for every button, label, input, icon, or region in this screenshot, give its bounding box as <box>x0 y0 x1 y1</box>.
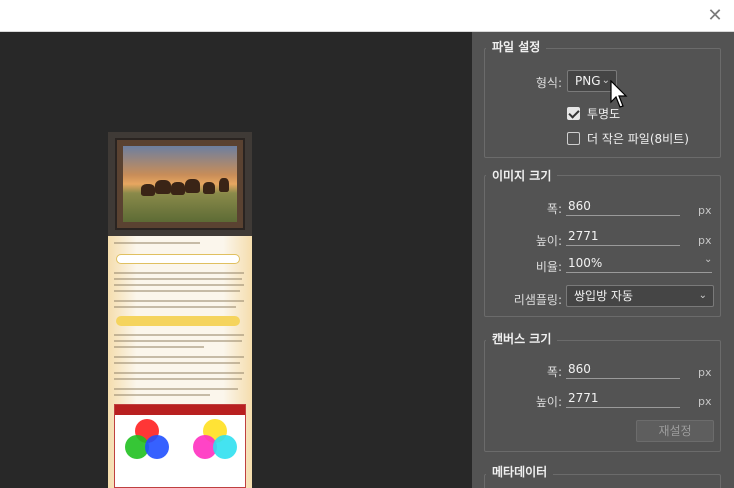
canvas-height-unit: px <box>698 395 712 408</box>
smaller-file-label[interactable]: 더 작은 파일(8비트) <box>587 130 689 147</box>
resample-select[interactable]: 쌍입방 자동 ⌄ <box>566 285 714 307</box>
document-text-area <box>108 236 252 488</box>
canvas-width-unit: px <box>698 366 712 379</box>
reset-button[interactable]: 재설정 <box>636 420 714 442</box>
image-size-title: 이미지 크기 <box>486 167 558 184</box>
document-preview <box>108 132 252 488</box>
image-height-field[interactable]: 2771 <box>566 228 680 246</box>
horses-painting <box>123 146 237 222</box>
preview-area[interactable] <box>0 32 472 488</box>
painting-frame <box>108 132 252 236</box>
dialog-titlebar: ✕ <box>0 0 734 32</box>
scale-chevron-down-icon[interactable]: ⌄ <box>704 254 712 265</box>
chevron-down-icon: ⌄ <box>601 75 610 86</box>
metadata-title: 메타데이터 <box>486 463 554 480</box>
format-label: 형식: <box>535 76 562 90</box>
scale-value: 100% <box>568 256 603 270</box>
mouse-cursor-icon <box>610 80 628 108</box>
scale-label: 비율: <box>535 260 562 274</box>
file-settings-title: 파일 설정 <box>486 38 547 55</box>
transparency-checkbox[interactable] <box>567 107 580 120</box>
image-width-field[interactable]: 860 <box>566 198 680 216</box>
image-height-unit: px <box>698 234 712 247</box>
smaller-file-checkbox[interactable] <box>567 132 580 145</box>
rgb-cmyk-diagram <box>114 404 246 488</box>
canvas-width-field[interactable]: 860 <box>566 361 680 379</box>
image-width-label: 폭: <box>546 202 562 216</box>
canvas-height-label: 높이: <box>535 395 562 409</box>
resample-label: 리샘플링: <box>513 293 562 307</box>
close-icon[interactable]: ✕ <box>704 5 726 27</box>
image-height-label: 높이: <box>535 234 562 248</box>
canvas-size-title: 캔버스 크기 <box>486 330 558 347</box>
chevron-down-icon: ⌄ <box>698 290 707 301</box>
scale-field[interactable]: 100% <box>566 255 712 273</box>
export-settings-panel: 파일 설정 형식: PNG ⌄ 투명도 더 작은 파일(8비트) 이미지 크기 … <box>472 32 734 488</box>
canvas-width-label: 폭: <box>546 365 562 379</box>
image-width-unit: px <box>698 204 712 217</box>
resample-value: 쌍입방 자동 <box>574 289 634 303</box>
format-value: PNG <box>575 74 601 88</box>
canvas-height-field[interactable]: 2771 <box>566 390 680 408</box>
